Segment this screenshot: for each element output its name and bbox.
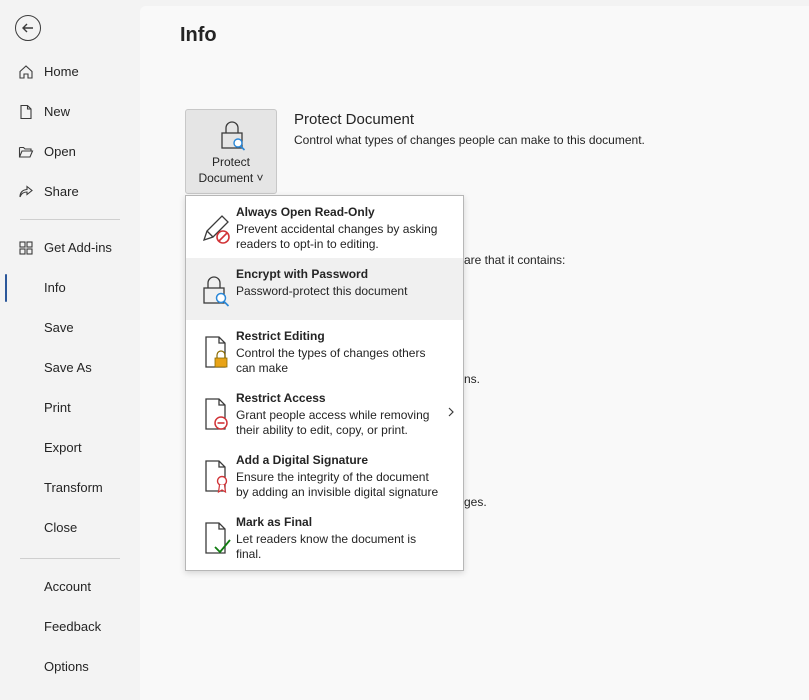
menu-item-description: Grant people access while removing their…: [236, 408, 448, 438]
menu-item-description: Password-protect this document: [236, 284, 448, 299]
protect-button-label: Document ˅: [198, 171, 264, 185]
sidebar-item-label: Transform: [44, 480, 103, 495]
sidebar-item-label: Save: [44, 320, 74, 335]
lock-key-icon: [221, 121, 246, 151]
menu-item-desc-line: final.: [236, 547, 262, 561]
sidebar-item-feedback[interactable]: Feedback: [0, 613, 140, 641]
menu-item-restrict-access[interactable]: Restrict Access Grant people access whil…: [186, 382, 463, 444]
sidebar-item-share[interactable]: Share: [0, 178, 140, 206]
sidebar-item-label: Print: [44, 400, 71, 415]
sidebar-item-label: Share: [44, 184, 79, 199]
menu-item-always-open-read-only[interactable]: Always Open Read-Only Prevent accidental…: [186, 196, 463, 258]
new-document-icon: [20, 104, 32, 120]
protect-document-menu: Always Open Read-Only Prevent accidental…: [185, 195, 464, 571]
menu-item-desc-line: Password-protect this document: [236, 284, 408, 298]
add-ins-icon: [19, 241, 33, 255]
arrow-left-icon: [22, 23, 33, 33]
pencil-no-icon: [202, 215, 230, 244]
sidebar-item-label: Feedback: [44, 619, 102, 634]
sidebar-item-label: Save As: [44, 360, 92, 375]
menu-item-desc-line: Control the types of changes others: [236, 346, 426, 360]
chevron-right-icon: [448, 407, 454, 417]
sidebar-item-transform[interactable]: Transform: [0, 474, 140, 502]
menu-item-desc-line: readers to opt-in to editing.: [236, 237, 379, 251]
menu-item-title: Always Open Read-Only: [236, 205, 375, 219]
document-ribbon-icon: [205, 460, 228, 494]
menu-item-add-digital-signature[interactable]: Add a Digital Signature Ensure the integ…: [186, 444, 463, 506]
menu-item-title: Restrict Access: [236, 391, 326, 405]
sidebar-item-label: Options: [44, 659, 89, 674]
menu-item-title: Restrict Editing: [236, 329, 325, 343]
sidebar-item-options[interactable]: Options: [0, 653, 140, 681]
active-indicator: [5, 274, 7, 302]
sidebar-item-label: Home: [44, 64, 79, 79]
menu-item-description: Ensure the integrity of the document by …: [236, 470, 448, 500]
menu-item-description: Prevent accidental changes by asking rea…: [236, 222, 448, 252]
menu-item-title: Encrypt with Password: [236, 267, 369, 281]
protect-button-label: Protect: [211, 155, 250, 169]
backstage-sidebar: Home New Open Share Get Add-ins Info Sav…: [0, 0, 140, 700]
inspect-text-fragment: are that it contains:: [464, 253, 566, 267]
protect-document-button[interactable]: Protect Document ˅: [185, 109, 277, 194]
sidebar-item-save[interactable]: Save: [0, 314, 140, 342]
sidebar-item-info[interactable]: Info: [0, 272, 140, 302]
menu-item-desc-line: Grant people access while removing: [236, 408, 430, 422]
menu-item-desc-line: can make: [236, 361, 289, 375]
sidebar-item-label: Close: [44, 520, 78, 535]
sidebar-item-label: Export: [44, 440, 82, 455]
sidebar-divider: [20, 219, 120, 220]
changes-text-fragment: ges.: [464, 495, 487, 509]
folder-open-icon: [18, 146, 34, 158]
versions-text-fragment: ns.: [464, 372, 481, 386]
home-icon: [19, 65, 33, 79]
sidebar-item-new[interactable]: New: [0, 98, 140, 126]
menu-item-title: Add a Digital Signature: [236, 453, 369, 467]
sidebar-item-home[interactable]: Home: [0, 58, 140, 86]
menu-item-desc-line: their ability to edit, copy, or print.: [236, 423, 408, 437]
protect-document-description: Control what types of changes people can…: [294, 133, 645, 147]
back-button[interactable]: [15, 15, 41, 41]
sidebar-item-get-add-ins[interactable]: Get Add-ins: [0, 234, 140, 262]
sidebar-divider: [20, 558, 120, 559]
menu-item-encrypt-with-password[interactable]: Encrypt with Password Password-protect t…: [186, 258, 463, 320]
menu-item-restrict-editing[interactable]: Restrict Editing Control the types of ch…: [186, 320, 463, 382]
document-lock-icon: [205, 336, 228, 368]
menu-item-desc-line: by adding an invisible digital signature: [236, 485, 439, 499]
menu-item-desc-line: Prevent accidental changes by asking: [236, 222, 438, 236]
menu-item-mark-as-final[interactable]: Mark as Final Let readers know the docum…: [186, 506, 463, 568]
menu-item-description: Control the types of changes others can …: [236, 346, 448, 376]
sidebar-item-label: New: [44, 104, 71, 119]
sidebar-item-label: Open: [44, 144, 76, 159]
sidebar-item-open[interactable]: Open: [0, 138, 140, 166]
sidebar-item-close[interactable]: Close: [0, 514, 140, 542]
menu-item-desc-line: Let readers know the document is: [236, 532, 417, 546]
protect-document-title: Protect Document: [294, 111, 415, 128]
share-icon: [19, 185, 33, 198]
sidebar-item-print[interactable]: Print: [0, 394, 140, 422]
sidebar-item-save-as[interactable]: Save As: [0, 354, 140, 382]
menu-item-title: Mark as Final: [236, 515, 313, 529]
sidebar-item-label: Info: [44, 280, 66, 295]
sidebar-item-account[interactable]: Account: [0, 573, 140, 601]
menu-item-description: Let readers know the document is final.: [236, 532, 448, 562]
menu-item-desc-line: Ensure the integrity of the document: [236, 470, 429, 484]
lock-key-icon: [203, 276, 230, 307]
document-restrict-icon: [205, 398, 228, 430]
sidebar-item-label: Get Add-ins: [44, 240, 112, 255]
sidebar-item-export[interactable]: Export: [0, 434, 140, 462]
page-title: Info: [180, 24, 217, 46]
document-check-icon: [205, 522, 231, 554]
sidebar-item-label: Account: [44, 579, 91, 594]
